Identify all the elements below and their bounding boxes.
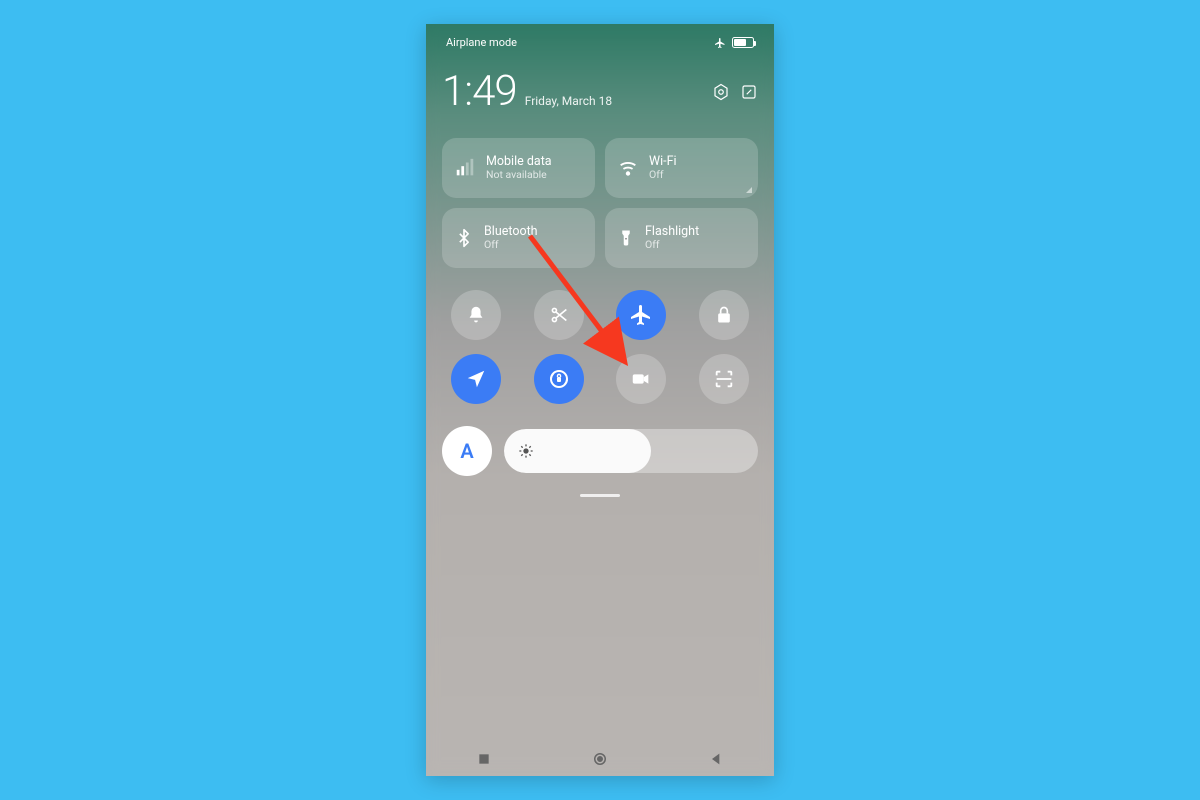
screen-record-toggle[interactable]: [616, 354, 666, 404]
bluetooth-sublabel: Off: [484, 239, 538, 252]
airplane-status-icon: [714, 37, 726, 49]
auto-brightness-label: A: [460, 439, 473, 463]
status-bar: Airplane mode: [442, 24, 758, 53]
nav-home-button[interactable]: [591, 750, 609, 768]
nav-recent-button[interactable]: [476, 751, 492, 767]
bell-icon: [465, 304, 487, 326]
brightness-slider-fill: [504, 429, 651, 473]
flashlight-sublabel: Off: [645, 239, 699, 252]
bluetooth-icon: [454, 227, 474, 249]
cellular-signal-icon: [454, 157, 476, 179]
brightness-slider[interactable]: [504, 429, 758, 473]
mobile-data-label: Mobile data: [486, 154, 552, 169]
location-toggle[interactable]: [451, 354, 501, 404]
rotate-lock-icon: [547, 367, 571, 391]
bluetooth-tile[interactable]: Bluetooth Off: [442, 208, 595, 268]
video-camera-icon: [630, 368, 652, 390]
round-toggle-grid: [442, 290, 758, 404]
edit-icon[interactable]: [740, 83, 758, 101]
nav-back-button[interactable]: [708, 751, 724, 767]
auto-rotate-toggle[interactable]: [534, 354, 584, 404]
phone-screenshot: Airplane mode 1:49 Friday, March 18: [426, 24, 774, 776]
wifi-label: Wi-Fi: [649, 154, 677, 169]
auto-brightness-button[interactable]: A: [442, 426, 492, 476]
wifi-sublabel: Off: [649, 169, 677, 182]
large-tile-grid: Mobile data Not available Wi-Fi Off: [442, 138, 758, 268]
clock-row: 1:49 Friday, March 18: [442, 67, 758, 116]
navigation-icon: [465, 368, 487, 390]
flashlight-icon: [617, 227, 635, 249]
time-label: 1:49: [442, 67, 517, 116]
date-label: Friday, March 18: [525, 94, 612, 108]
scanner-toggle[interactable]: [699, 354, 749, 404]
mobile-data-tile[interactable]: Mobile data Not available: [442, 138, 595, 198]
wifi-tile[interactable]: Wi-Fi Off: [605, 138, 758, 198]
mobile-data-sublabel: Not available: [486, 169, 552, 182]
system-nav-bar: [426, 750, 774, 768]
flashlight-label: Flashlight: [645, 224, 699, 239]
settings-icon[interactable]: [712, 83, 730, 101]
chevron-expand-icon: [746, 187, 752, 193]
flashlight-tile[interactable]: Flashlight Off: [605, 208, 758, 268]
drag-handle-icon[interactable]: [580, 494, 620, 497]
status-mode-label: Airplane mode: [446, 36, 517, 49]
lock-toggle[interactable]: [699, 290, 749, 340]
scan-icon: [713, 368, 735, 390]
mute-toggle[interactable]: [451, 290, 501, 340]
brightness-row: A: [442, 426, 758, 476]
airplane-icon: [629, 303, 653, 327]
brightness-sun-icon: [518, 443, 534, 459]
bluetooth-label: Bluetooth: [484, 224, 538, 239]
screenshot-toggle[interactable]: [534, 290, 584, 340]
airplane-mode-toggle[interactable]: [616, 290, 666, 340]
battery-icon: [732, 37, 754, 48]
lock-icon: [714, 305, 734, 325]
wifi-icon: [617, 157, 639, 179]
scissors-icon: [548, 304, 570, 326]
